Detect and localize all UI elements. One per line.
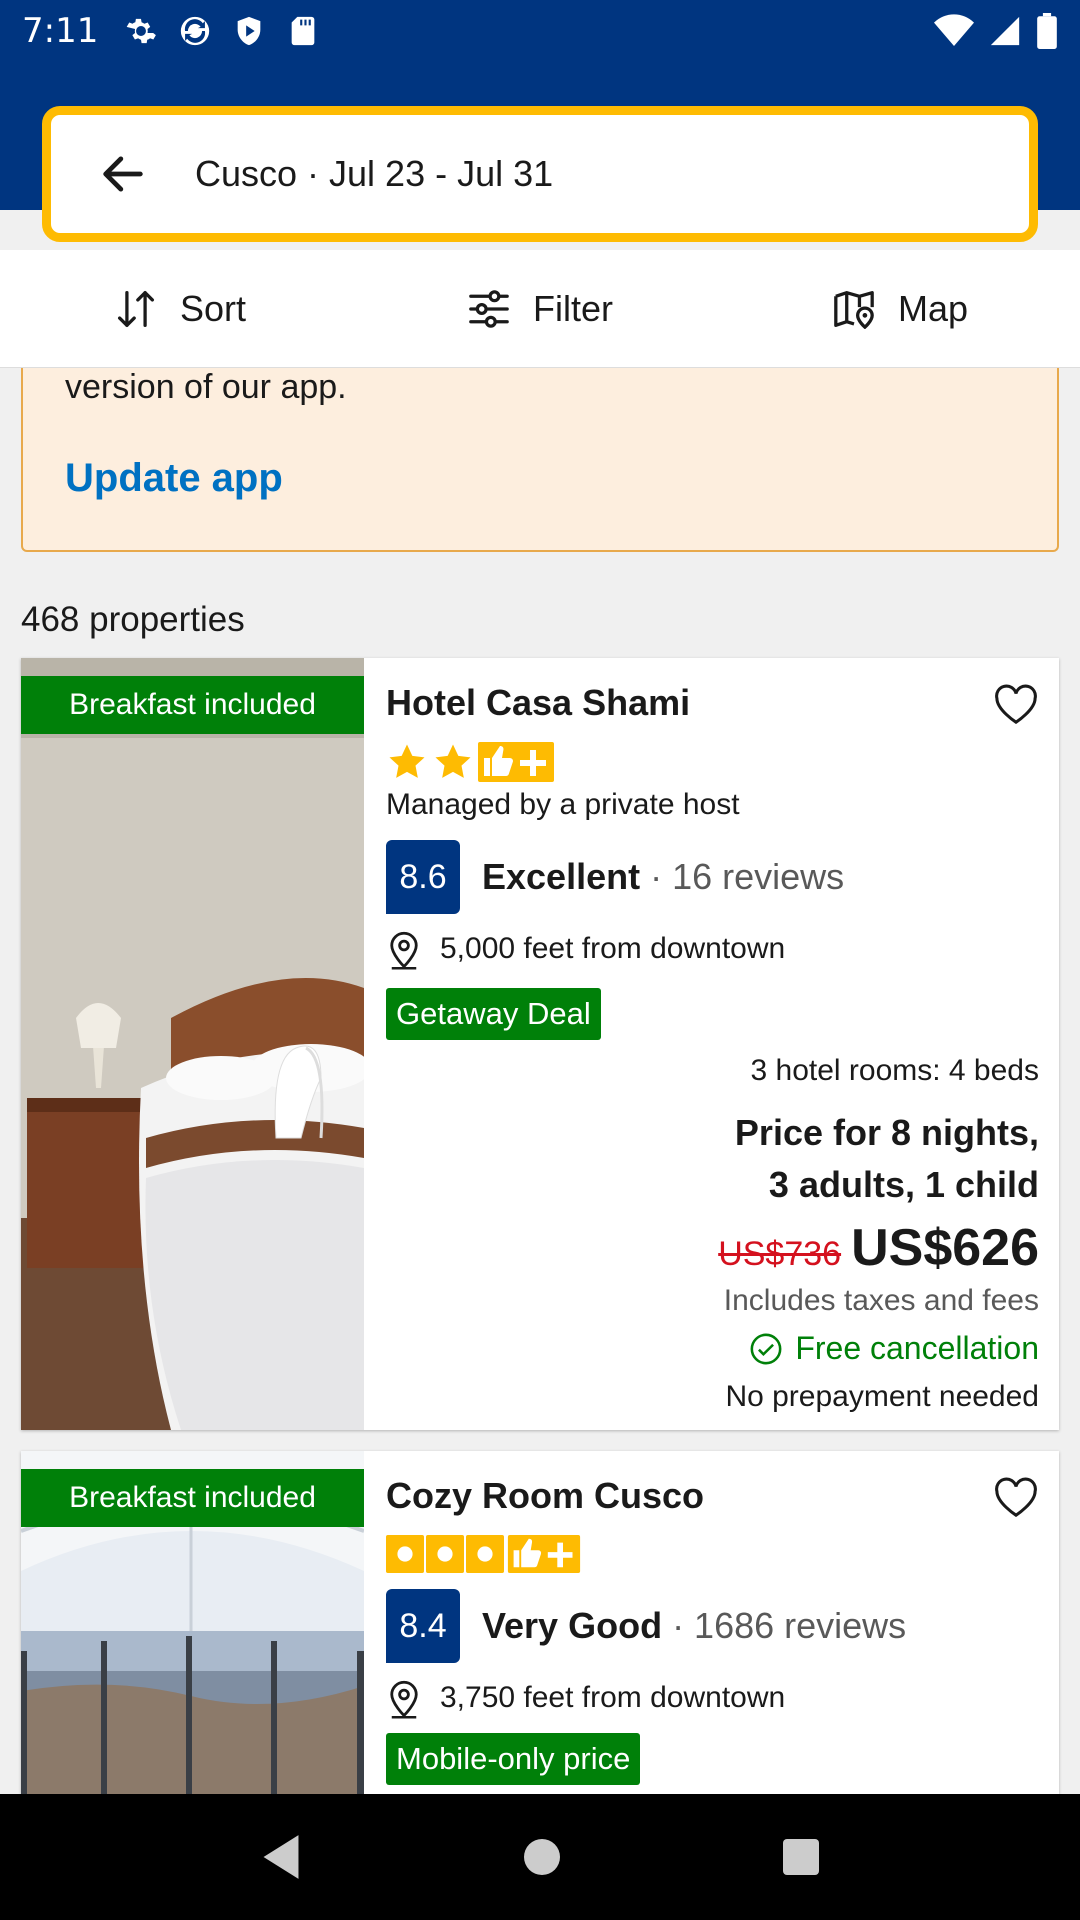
banner-text: version of our app. bbox=[65, 368, 347, 406]
preferred-plus-icon bbox=[478, 742, 554, 782]
current-price: US$626 bbox=[851, 1219, 1039, 1277]
distance-text: 3,750 feet from downtown bbox=[440, 1681, 786, 1714]
sort-button[interactable]: Sort bbox=[0, 250, 360, 367]
price-row: US$736 US$626 bbox=[718, 1218, 1039, 1278]
settings-icon bbox=[127, 18, 157, 44]
nav-back-icon[interactable] bbox=[259, 1833, 303, 1881]
shield-play-icon bbox=[238, 16, 261, 46]
hotel-room-photo bbox=[21, 658, 364, 1430]
results-toolbar: Sort Filter Map bbox=[0, 250, 1080, 368]
distance-text: 5,000 feet from downtown bbox=[440, 932, 786, 965]
deal-badge: Getaway Deal bbox=[386, 988, 601, 1040]
review-count: · 16 reviews bbox=[640, 856, 845, 897]
rating-square-icon bbox=[386, 1535, 424, 1573]
map-icon bbox=[834, 290, 874, 329]
map-label: Map bbox=[897, 287, 969, 329]
star-rating bbox=[386, 742, 554, 782]
battery-icon bbox=[1037, 13, 1057, 49]
wifi-icon bbox=[934, 14, 974, 46]
filter-icon bbox=[469, 289, 509, 328]
rating-word: Excellent bbox=[482, 856, 641, 897]
favorite-heart-icon[interactable] bbox=[993, 1477, 1039, 1519]
price-for-line-1: Price for 8 nights, bbox=[734, 1112, 1039, 1153]
property-name[interactable]: Hotel Casa Shami bbox=[386, 682, 690, 724]
property-card[interactable]: Breakfast included Hotel Casa Shami Mana… bbox=[21, 658, 1059, 1430]
star-icon bbox=[435, 744, 471, 778]
sort-icon bbox=[117, 290, 154, 327]
location-pin-icon bbox=[390, 931, 418, 970]
search-summary-text[interactable]: Cusco · Jul 23 - Jul 31 bbox=[195, 153, 553, 195]
host-label: Managed by a private host bbox=[386, 788, 740, 821]
breakfast-badge: Breakfast included bbox=[21, 676, 364, 734]
original-price: US$736 bbox=[718, 1235, 842, 1273]
rating-square-icon bbox=[466, 1535, 504, 1573]
free-cancellation-text: Free cancellation bbox=[795, 1330, 1039, 1366]
rating-square-icon bbox=[426, 1535, 464, 1573]
signal-icon bbox=[990, 16, 1020, 46]
system-nav-bar bbox=[0, 1794, 1080, 1920]
back-arrow-icon[interactable] bbox=[97, 148, 149, 200]
price-for-line-2: 3 adults, 1 child bbox=[768, 1164, 1039, 1205]
nav-recents-icon[interactable] bbox=[781, 1837, 821, 1877]
property-photo[interactable] bbox=[21, 658, 364, 1430]
distance-row: 5,000 feet from downtown bbox=[386, 928, 785, 970]
review-score-badge: 8.4 bbox=[386, 1589, 460, 1663]
status-time: 7:11 bbox=[22, 11, 99, 51]
location-pin-icon bbox=[390, 1680, 418, 1719]
preferred-plus-icon bbox=[507, 1535, 581, 1573]
square-rating bbox=[386, 1535, 582, 1573]
taxes-note: Includes taxes and fees bbox=[723, 1284, 1039, 1317]
property-count: 468 properties bbox=[21, 600, 245, 639]
map-button[interactable]: Map bbox=[720, 250, 1080, 367]
favorite-heart-icon[interactable] bbox=[993, 684, 1039, 726]
review-count: · 1686 reviews bbox=[662, 1605, 907, 1646]
sync-icon bbox=[181, 16, 210, 46]
status-bar: 7:11 bbox=[0, 0, 1080, 62]
rooms-info: 3 hotel rooms: 4 beds bbox=[750, 1054, 1039, 1087]
nav-home-icon[interactable] bbox=[522, 1837, 562, 1877]
rating-summary: Excellent · 16 reviews bbox=[482, 856, 844, 898]
prepayment-note: No prepayment needed bbox=[725, 1380, 1039, 1413]
search-summary-box[interactable]: Cusco · Jul 23 - Jul 31 bbox=[42, 106, 1038, 242]
sort-label: Sort bbox=[179, 287, 247, 329]
property-name[interactable]: Cozy Room Cusco bbox=[386, 1475, 704, 1517]
check-circle-icon bbox=[750, 1333, 782, 1364]
update-app-link[interactable]: Update app bbox=[65, 456, 283, 501]
distance-row: 3,750 feet from downtown bbox=[386, 1677, 785, 1719]
update-app-banner: version of our app. Update app bbox=[21, 368, 1059, 552]
star-icon bbox=[389, 744, 425, 778]
filter-label: Filter bbox=[533, 287, 613, 329]
free-cancellation-row: Free cancellation bbox=[749, 1330, 1039, 1367]
rating-word: Very Good bbox=[482, 1605, 663, 1646]
filter-button[interactable]: Filter bbox=[360, 250, 720, 367]
review-score-badge: 8.6 bbox=[386, 840, 460, 914]
property-card[interactable]: Breakfast included Cozy Room Cusco 8.4 V… bbox=[21, 1451, 1059, 1794]
deal-badge: Mobile-only price bbox=[386, 1733, 641, 1785]
breakfast-badge: Breakfast included bbox=[21, 1469, 364, 1527]
sd-card-icon bbox=[292, 16, 315, 46]
rating-summary: Very Good · 1686 reviews bbox=[482, 1605, 906, 1647]
